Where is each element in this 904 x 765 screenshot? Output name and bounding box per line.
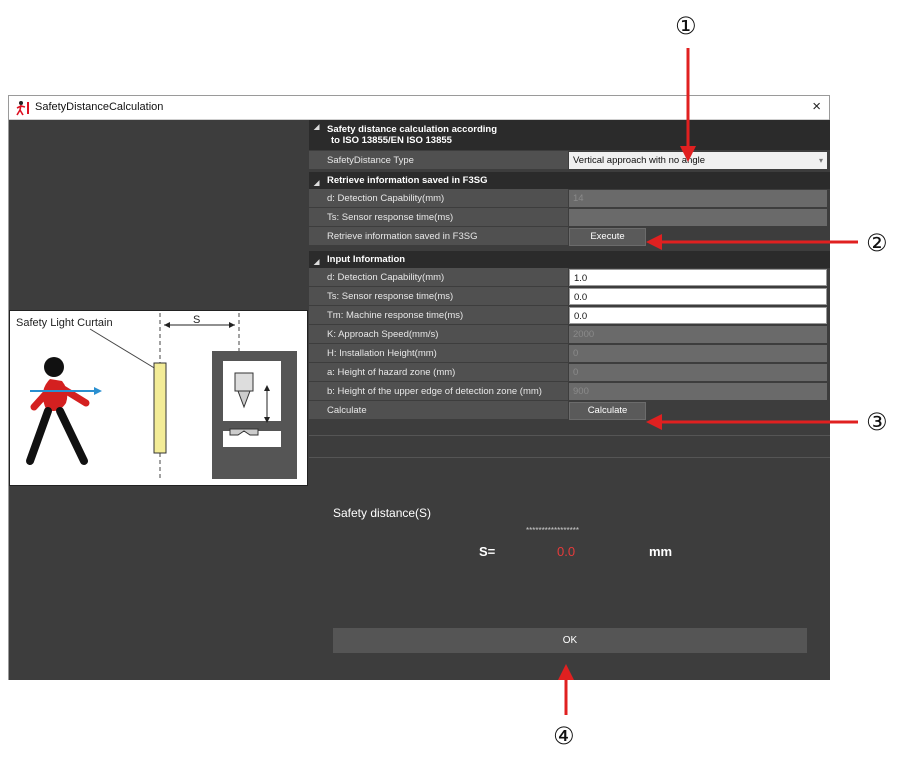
callout-arrows (558, 48, 858, 715)
arrow-2-head (646, 234, 662, 250)
arrow-4-head (558, 664, 574, 680)
arrow-1-head (680, 146, 696, 162)
arrow-3-head (646, 414, 662, 430)
